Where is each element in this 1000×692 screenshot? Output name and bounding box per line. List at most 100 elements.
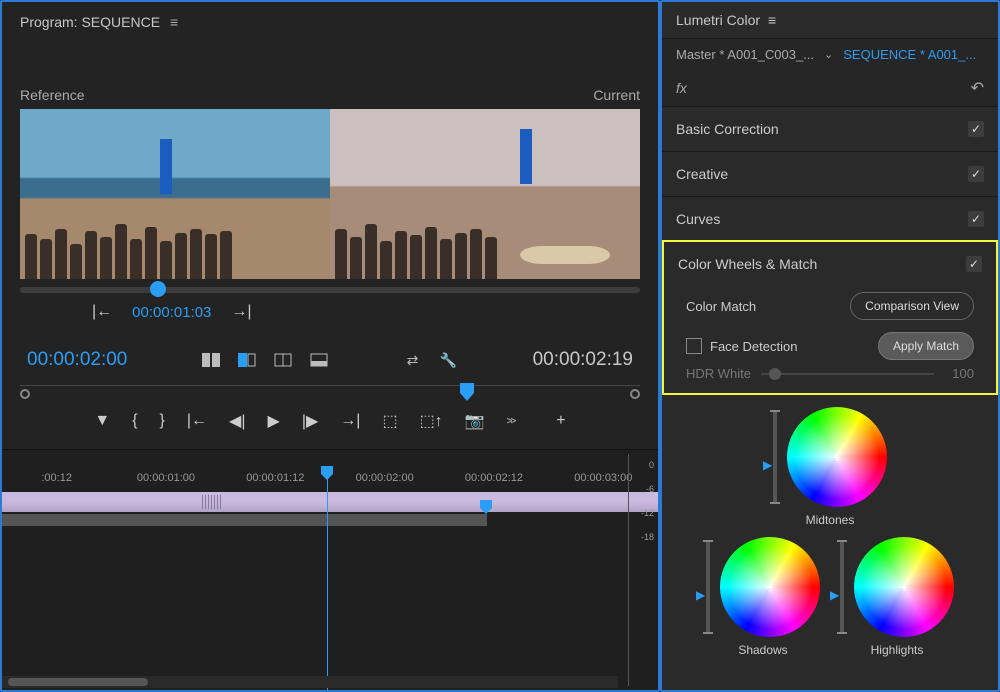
video-track-clip[interactable]: [2, 492, 658, 512]
current-label: Current: [593, 87, 640, 103]
hdr-slider-knob[interactable]: [769, 368, 781, 380]
comparison-view-button[interactable]: Comparison View: [850, 292, 974, 320]
timeline[interactable]: :00:12 00:00:01:00 00:00:01:12 00:00:02:…: [2, 449, 658, 690]
fx-row: fx ↶: [662, 70, 998, 107]
mini-ruler[interactable]: [20, 385, 640, 401]
out-point-handle[interactable]: [630, 389, 640, 399]
program-title: Program: SEQUENCE: [20, 14, 160, 30]
highlights-color-wheel[interactable]: +: [854, 537, 954, 637]
timeline-scrollbar[interactable]: [2, 676, 618, 688]
program-header: Program: SEQUENCE ≡: [2, 2, 658, 42]
hdr-white-row: HDR White 100: [664, 366, 996, 381]
reference-label: Reference: [20, 87, 85, 103]
slider-arrow-icon[interactable]: ▶: [763, 458, 772, 472]
slider-arrow-icon[interactable]: ▶: [696, 588, 705, 602]
shadows-label: Shadows: [738, 643, 787, 657]
play-button[interactable]: ▶: [268, 411, 280, 431]
preview-labels: Reference Current: [2, 42, 658, 109]
color-wheels-match-section: Color Wheels & Match Color Match Compari…: [662, 240, 998, 395]
apply-match-button[interactable]: Apply Match: [878, 332, 974, 360]
curves-accordion[interactable]: Curves: [662, 197, 998, 242]
right-timecode[interactable]: 00:00:02:19: [533, 349, 633, 371]
comparison-preview[interactable]: [20, 109, 640, 279]
face-detection-checkbox[interactable]: [686, 338, 702, 354]
go-to-out-button[interactable]: →|: [231, 303, 251, 321]
fx-label[interactable]: fx: [676, 80, 687, 96]
chevron-down-icon[interactable]: ⌄: [824, 48, 833, 61]
go-next-edit-button[interactable]: →|: [340, 412, 360, 430]
midtones-luma-slider[interactable]: ▶: [773, 412, 777, 502]
highlights-label: Highlights: [871, 643, 924, 657]
creative-checkbox[interactable]: [968, 166, 984, 182]
time-label: 00:00:01:12: [221, 472, 330, 484]
in-point-handle[interactable]: [20, 389, 30, 399]
lift-button[interactable]: ⬚: [382, 411, 397, 431]
slider-arrow-icon[interactable]: ▶: [830, 588, 839, 602]
go-previous-edit-button[interactable]: |←: [187, 412, 207, 430]
basic-correction-checkbox[interactable]: [968, 121, 984, 137]
wheel-center-icon[interactable]: +: [833, 449, 841, 465]
midtones-color-wheel[interactable]: +: [787, 407, 887, 507]
lumetri-menu-icon[interactable]: ≡: [768, 12, 776, 28]
curves-checkbox[interactable]: [968, 211, 984, 227]
add-button-icon[interactable]: +: [556, 412, 565, 430]
color-wheels-accordion[interactable]: Color Wheels & Match: [664, 242, 996, 286]
sequence-clip-label[interactable]: SEQUENCE * A001_...: [843, 47, 976, 62]
clip-grab-handle[interactable]: [202, 495, 222, 509]
left-timecode[interactable]: 00:00:02:00: [27, 349, 127, 371]
step-back-button[interactable]: ◀|: [229, 411, 245, 431]
vertical-split-icon[interactable]: [238, 353, 256, 367]
clip-path-row: Master * A001_C003_... ⌄ SEQUENCE * A001…: [662, 39, 998, 70]
color-match-row: Color Match Comparison View: [686, 292, 974, 320]
out-marker[interactable]: [480, 500, 492, 514]
audio-meter: 0 -6 -12 -18: [622, 454, 654, 686]
time-label: 00:00:02:00: [330, 472, 439, 484]
scrollbar-thumb[interactable]: [8, 678, 148, 686]
shadows-luma-slider[interactable]: ▶: [706, 542, 710, 632]
scrubber-playhead[interactable]: [150, 281, 166, 297]
wheel-center-icon[interactable]: +: [900, 579, 908, 595]
color-wheels-area: ▶ + Midtones ▶ + Shadows ▶ + Highlights: [662, 393, 998, 690]
extract-button[interactable]: ⬚↑: [420, 411, 443, 431]
preview-scrubber[interactable]: [20, 287, 640, 293]
midtones-wheel-group: ▶ + Midtones: [773, 407, 887, 527]
ruler-playhead[interactable]: [460, 383, 474, 401]
hdr-white-slider[interactable]: [761, 373, 934, 375]
face-detection-label: Face Detection: [710, 339, 797, 354]
creative-accordion[interactable]: Creative: [662, 152, 998, 197]
hdr-white-value[interactable]: 100: [944, 366, 974, 381]
color-wheels-checkbox[interactable]: [966, 256, 982, 272]
basic-correction-accordion[interactable]: Basic Correction: [662, 107, 998, 152]
mark-out-icon[interactable]: {: [132, 412, 137, 430]
more-transport-icon[interactable]: >>: [507, 416, 515, 427]
color-match-label: Color Match: [686, 299, 756, 314]
program-menu-icon[interactable]: ≡: [170, 14, 178, 30]
timeline-playhead[interactable]: [327, 468, 328, 690]
lumetri-title: Lumetri Color: [676, 12, 760, 28]
mark-clip-icon[interactable]: }: [160, 412, 165, 430]
master-clip-label[interactable]: Master * A001_C003_...: [676, 47, 814, 62]
highlights-luma-slider[interactable]: ▶: [840, 542, 844, 632]
preview-nav: |← 00:00:01:03 →|: [2, 293, 658, 321]
reset-icon[interactable]: ↶: [971, 78, 984, 98]
step-forward-button[interactable]: |▶: [302, 411, 318, 431]
horizontal-split-icon[interactable]: [274, 353, 292, 367]
export-frame-button[interactable]: 📷: [465, 411, 485, 431]
lumetri-header: Lumetri Color ≡: [662, 2, 998, 39]
wheel-center-icon[interactable]: +: [766, 579, 774, 595]
time-label: 00:00:01:00: [111, 472, 220, 484]
transport-controls: ▼ { } |← ◀| ▶ |▶ →| ⬚ ⬚↑ 📷 >> +: [2, 401, 658, 449]
mark-in-button[interactable]: ▼: [94, 412, 110, 430]
audio-track-clip[interactable]: [2, 514, 487, 526]
scrub-timecode[interactable]: 00:00:01:03: [132, 304, 211, 321]
time-label: 00:00:02:12: [439, 472, 548, 484]
wrench-icon[interactable]: 🔧: [440, 353, 458, 367]
right-tool-icons: ⇄ 🔧: [404, 353, 458, 367]
go-to-in-button[interactable]: |←: [92, 303, 112, 321]
side-by-side-icon[interactable]: [202, 353, 220, 367]
safe-margins-icon[interactable]: [310, 353, 328, 367]
midtones-label: Midtones: [806, 513, 855, 527]
loop-icon[interactable]: ⇄: [404, 353, 422, 367]
shadows-color-wheel[interactable]: +: [720, 537, 820, 637]
highlights-wheel-group: ▶ + Highlights: [840, 537, 954, 657]
